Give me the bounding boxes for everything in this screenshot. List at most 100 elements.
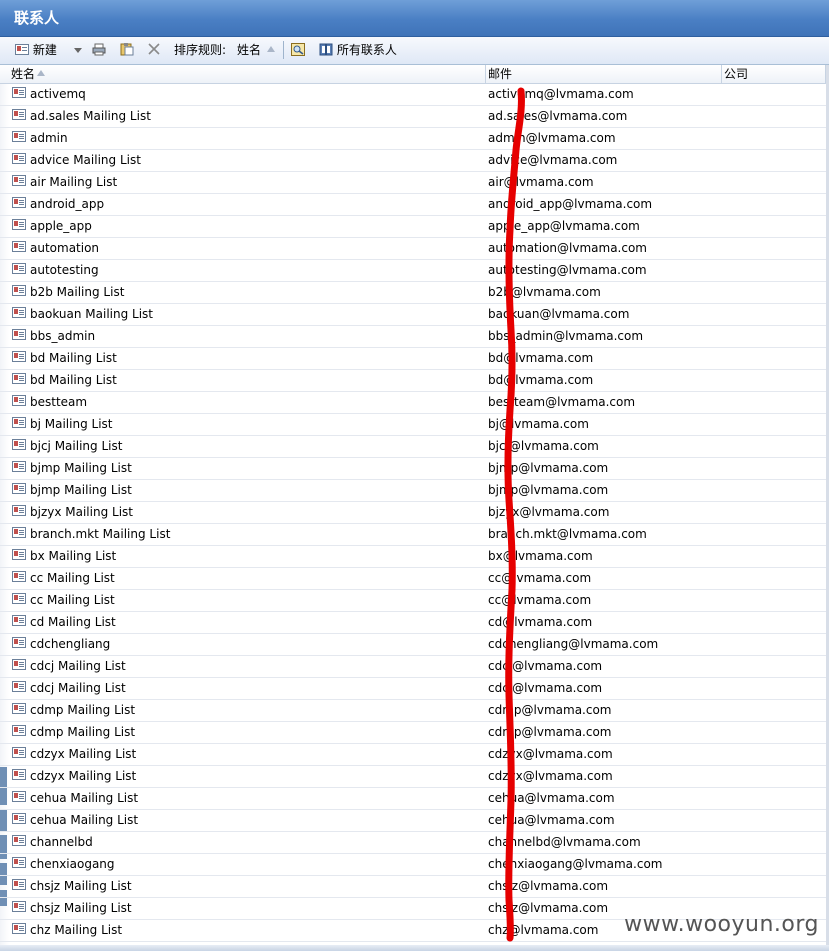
contact-email: bjcj@lvmama.com [488, 439, 599, 453]
contact-card-icon [12, 769, 26, 780]
contact-name: cdchengliang [30, 637, 111, 651]
column-header-name[interactable]: 姓名 [9, 65, 486, 83]
contact-email: bestteam@lvmama.com [488, 395, 636, 409]
contact-name: autotesting [30, 263, 99, 277]
contact-card-icon [12, 109, 26, 120]
contact-row[interactable]: bd Mailing List bd@lvmama.com [0, 370, 829, 392]
contact-row[interactable]: bjmp Mailing List bjmp@lvmama.com [0, 458, 829, 480]
contact-name: bx Mailing List [30, 549, 117, 563]
contact-row[interactable]: branch.mkt Mailing List branch.mkt@lvmama… [0, 524, 829, 546]
contact-row[interactable]: bjcj Mailing List bjcj@lvmama.com [0, 436, 829, 458]
contact-email: b2b@lvmama.com [488, 285, 601, 299]
column-header-row: 姓名 邮件 公司 [0, 65, 829, 84]
column-header-company[interactable]: 公司 [722, 65, 826, 83]
contact-row[interactable]: cc Mailing List cc@lvmama.com [0, 568, 829, 590]
column-header-email[interactable]: 邮件 [486, 65, 722, 83]
contact-row[interactable]: cdcj Mailing List cdcj@lvmama.com [0, 656, 829, 678]
contact-name: cc Mailing List [30, 571, 115, 585]
contact-email: bjmp@lvmama.com [488, 461, 609, 475]
new-button-label: 新建 [32, 43, 57, 57]
contact-row[interactable]: bd Mailing List bd@lvmama.com [0, 348, 829, 370]
contact-row[interactable]: advice Mailing List advice@lvmama.com [0, 150, 829, 172]
column-header-company-label: 公司 [724, 67, 749, 81]
contact-row[interactable]: activemq activemq@lvmama.com [0, 84, 829, 106]
contact-row[interactable]: chsjz Mailing List chsjz@lvmama.com [0, 876, 829, 898]
contact-row[interactable]: bjmp Mailing List bjmp@lvmama.com [0, 480, 829, 502]
contact-row[interactable]: bjzyx Mailing List bjzyx@lvmama.com [0, 502, 829, 524]
contact-row[interactable]: autotesting autotesting@lvmama.com [0, 260, 829, 282]
contact-row[interactable]: b2b Mailing List b2b@lvmama.com [0, 282, 829, 304]
contact-row[interactable]: chenxiaogang chenxiaogang@lvmama.com [0, 854, 829, 876]
contact-name: admin [30, 131, 68, 145]
search-icon [291, 43, 305, 56]
contact-row[interactable]: cehua Mailing List cehua@lvmama.com [0, 810, 829, 832]
contact-row[interactable]: air Mailing List air@lvmama.com [0, 172, 829, 194]
contact-name: cdcj Mailing List [30, 659, 126, 673]
contact-row[interactable]: apple_app apple_app@lvmama.com [0, 216, 829, 238]
contact-row[interactable]: bx Mailing List bx@lvmama.com [0, 546, 829, 568]
new-dropdown-button[interactable] [70, 41, 82, 59]
all-contacts-button[interactable]: 所有联系人 [319, 41, 397, 59]
horizontal-scrollbar[interactable] [0, 945, 829, 951]
contact-row[interactable]: cdmp Mailing List cdmp@lvmama.com [0, 700, 829, 722]
print-button[interactable] [92, 41, 106, 59]
contact-card-icon [12, 593, 26, 604]
contact-row[interactable]: chz Mailing List chz@lvmama.com [0, 920, 829, 942]
contact-card-icon [12, 681, 26, 692]
contact-row[interactable]: ad.sales Mailing List ad.sales@lvmama.com [0, 106, 829, 128]
contact-email: bjzyx@lvmama.com [488, 505, 610, 519]
contact-row[interactable]: bestteam bestteam@lvmama.com [0, 392, 829, 414]
contact-name: cdcj Mailing List [30, 681, 126, 695]
contact-email: cdzyx@lvmama.com [488, 747, 613, 761]
contact-row[interactable]: cdmp Mailing List cdmp@lvmama.com [0, 722, 829, 744]
contact-email: baokuan@lvmama.com [488, 307, 630, 321]
contact-row[interactable]: cehua Mailing List cehua@lvmama.com [0, 788, 829, 810]
contact-row[interactable]: cdchengliang cdchengliang@lvmama.com [0, 634, 829, 656]
contact-row[interactable]: cdzyx Mailing List cdzyx@lvmama.com [0, 766, 829, 788]
contact-row[interactable]: admin admin@lvmama.com [0, 128, 829, 150]
find-contact-button[interactable] [291, 41, 305, 59]
address-book-icon [319, 43, 333, 56]
contact-row[interactable]: cdcj Mailing List cdcj@lvmama.com [0, 678, 829, 700]
close-icon [148, 43, 160, 55]
contact-row[interactable]: channelbd channelbd@lvmama.com [0, 832, 829, 854]
contact-row[interactable]: baokuan Mailing List baokuan@lvmama.com [0, 304, 829, 326]
contact-email: chenxiaogang@lvmama.com [488, 857, 663, 871]
all-contacts-label: 所有联系人 [336, 43, 397, 57]
contact-email: advice@lvmama.com [488, 153, 618, 167]
new-button[interactable]: 新建 [15, 41, 57, 59]
contact-name: branch.mkt Mailing List [30, 527, 171, 541]
contact-card-icon [12, 175, 26, 186]
contact-card-icon [12, 659, 26, 670]
contact-email: cc@lvmama.com [488, 593, 592, 607]
contact-row[interactable]: cd Mailing List cd@lvmama.com [0, 612, 829, 634]
contact-row[interactable]: cdzyx Mailing List cdzyx@lvmama.com [0, 744, 829, 766]
contact-email: chsjz@lvmama.com [488, 879, 609, 893]
print-icon [92, 43, 106, 56]
contact-row[interactable]: android_app android_app@lvmama.com [0, 194, 829, 216]
contact-row[interactable]: bj Mailing List bj@lvmama.com [0, 414, 829, 436]
contact-row[interactable]: automation automation@lvmama.com [0, 238, 829, 260]
contact-card-icon [12, 373, 26, 384]
contact-card-icon [12, 307, 26, 318]
contact-list: activemq activemq@lvmama.com ad.sales Mail… [0, 84, 829, 942]
sort-ascending-icon [266, 46, 275, 52]
contact-name: cdzyx Mailing List [30, 747, 137, 761]
paste-button[interactable] [120, 41, 134, 59]
contact-name: bd Mailing List [30, 373, 117, 387]
delete-button[interactable] [147, 41, 161, 59]
contact-card-icon [12, 615, 26, 626]
contact-name: advice Mailing List [30, 153, 141, 167]
contacts-window: 联系人 新建 排序规则: 姓名 所有联系人 姓名 邮件 公司 activemq … [0, 0, 829, 951]
title-bar: 联系人 [0, 0, 829, 37]
contact-card-icon [12, 901, 26, 912]
contact-card-icon [12, 153, 26, 164]
contact-row[interactable]: cc Mailing List cc@lvmama.com [0, 590, 829, 612]
contact-name: apple_app [30, 219, 92, 233]
contact-row[interactable]: bbs_admin bbs_admin@lvmama.com [0, 326, 829, 348]
contact-name: baokuan Mailing List [30, 307, 153, 321]
contact-row[interactable]: chsjz Mailing List chsjz@lvmama.com [0, 898, 829, 920]
contact-card-icon [12, 241, 26, 252]
sort-rule-dropdown[interactable]: 姓名 [237, 41, 275, 59]
contact-email: autotesting@lvmama.com [488, 263, 647, 277]
